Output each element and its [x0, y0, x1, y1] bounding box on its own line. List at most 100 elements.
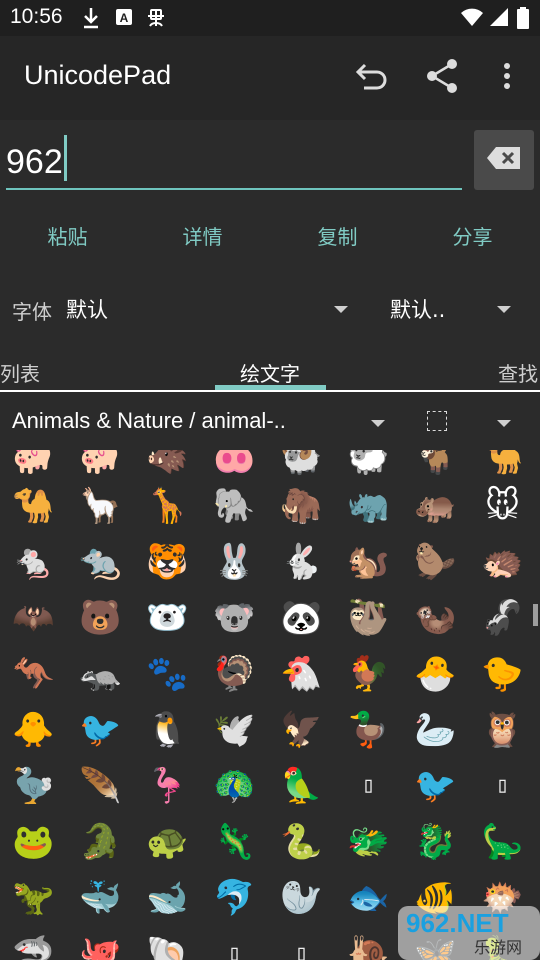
emoji-cell[interactable]: 🐉 — [402, 813, 469, 871]
emoji-cell[interactable]: 🐲 — [335, 813, 402, 871]
emoji-cell[interactable]: 🐔 — [268, 645, 335, 703]
emoji-cell[interactable]: 🐦 — [67, 701, 134, 759]
tab-list[interactable]: 列表 — [0, 358, 40, 387]
emoji-cell[interactable]: 🦤 — [0, 757, 67, 815]
emoji-cell[interactable]: 🦡 — [67, 645, 134, 703]
emoji-cell[interactable]: 🦚 — [201, 757, 268, 815]
share-icon — [425, 58, 459, 98]
emoji-cell[interactable]: 🦈 — [0, 925, 67, 960]
emoji-cell[interactable]: ▯ — [469, 757, 536, 815]
emoji-cell[interactable]: ▯ — [335, 757, 402, 815]
details-button[interactable]: 详情 — [135, 206, 270, 268]
scrollbar-thumb[interactable] — [533, 604, 538, 626]
emoji-cell[interactable]: ▯ — [268, 925, 335, 960]
overflow-menu-button[interactable] — [485, 56, 529, 100]
font-variant-select[interactable]: 默认.. — [390, 294, 445, 324]
emoji-cell[interactable]: 🦘 — [0, 645, 67, 703]
emoji-cell[interactable]: 🐚 — [134, 925, 201, 960]
emoji-cell[interactable]: 🦛 — [402, 477, 469, 535]
emoji-cell[interactable]: 🐧 — [134, 701, 201, 759]
status-time: 10:56 — [10, 5, 63, 28]
emoji-cell[interactable]: 🦏 — [335, 477, 402, 535]
signal-icon — [488, 6, 510, 30]
emoji-cell[interactable]: 🐣 — [402, 645, 469, 703]
emoji-cell[interactable]: 🐥 — [0, 701, 67, 759]
share-button[interactable] — [420, 56, 464, 100]
emoji-cell[interactable]: 🐦 — [402, 757, 469, 815]
emoji-cell[interactable]: 🐪 — [0, 477, 67, 535]
category-select[interactable]: Animals & Nature / animal-.. — [12, 408, 286, 434]
emoji-cell[interactable]: 🐰 — [201, 533, 268, 591]
emoji-cell[interactable]: 🐌 — [335, 925, 402, 960]
emoji-cell[interactable]: 🐙 — [67, 925, 134, 960]
code-input[interactable] — [6, 136, 462, 190]
emoji-cell[interactable]: 🦃 — [201, 645, 268, 703]
tab-emoji[interactable]: 绘文字 — [240, 358, 300, 387]
category-dropdown-icon[interactable] — [371, 420, 385, 427]
emoji-cell[interactable]: 🦅 — [268, 701, 335, 759]
copy-button[interactable]: 复制 — [270, 206, 405, 268]
emoji-cell[interactable]: 🐘 — [201, 477, 268, 535]
clear-button[interactable] — [474, 130, 534, 190]
emoji-cell[interactable]: 🐾 — [134, 645, 201, 703]
emoji-cell[interactable]: 🐀 — [67, 533, 134, 591]
tab-search[interactable]: 查找 — [498, 358, 538, 387]
undo-button[interactable] — [350, 56, 394, 100]
emoji-cell[interactable]: 🐋 — [134, 869, 201, 927]
share-text-button[interactable]: 分享 — [405, 206, 540, 268]
font-dropdown-icon[interactable] — [334, 306, 348, 313]
emoji-cell[interactable]: 🦖 — [0, 869, 67, 927]
emoji-cell[interactable]: 🐻‍❄️ — [134, 589, 201, 647]
emoji-cell[interactable]: 🐻 — [67, 589, 134, 647]
emoji-cell[interactable]: 🦉 — [469, 701, 536, 759]
emoji-cell[interactable]: 🕊️ — [201, 701, 268, 759]
emoji-cell[interactable]: 🐇 — [268, 533, 335, 591]
emoji-cell[interactable]: 🦒 — [134, 477, 201, 535]
emoji-cell[interactable]: 🦔 — [469, 533, 536, 591]
emoji-cell[interactable]: 🦢 — [402, 701, 469, 759]
emoji-cell[interactable]: 🐼 — [268, 589, 335, 647]
skin-tone-dropdown-icon[interactable] — [497, 420, 511, 427]
emoji-cell[interactable]: 🐿️ — [335, 533, 402, 591]
emoji-cell[interactable]: 🐨 — [201, 589, 268, 647]
emoji-cell[interactable]: 🦙 — [67, 477, 134, 535]
bug-icon — [144, 6, 168, 30]
emoji-cell[interactable]: 🦩 — [134, 757, 201, 815]
tab-indicator — [215, 385, 326, 390]
emoji-cell[interactable]: 🦣 — [268, 477, 335, 535]
emoji-cell[interactable]: 🦨 — [469, 589, 536, 647]
emoji-cell[interactable]: 🐢 — [134, 813, 201, 871]
emoji-cell[interactable]: ▯ — [201, 925, 268, 960]
emoji-cell[interactable]: 🦥 — [335, 589, 402, 647]
emoji-cell[interactable]: 🐓 — [335, 645, 402, 703]
emoji-cell[interactable]: 🦇 — [0, 589, 67, 647]
emoji-cell[interactable]: 🐍 — [268, 813, 335, 871]
skin-tone-placeholder-icon[interactable] — [427, 411, 447, 431]
emoji-cell[interactable]: 🐳 — [67, 869, 134, 927]
emoji-cell[interactable]: 🐟 — [335, 869, 402, 927]
font-app-icon: A — [115, 6, 133, 30]
font-select[interactable]: 默认 — [66, 294, 108, 324]
undo-icon — [355, 61, 389, 95]
emoji-cell[interactable]: 🦫 — [402, 533, 469, 591]
app-title: UnicodePad — [24, 60, 172, 90]
app-bar: UnicodePad — [0, 36, 540, 120]
font-variant-dropdown-icon[interactable] — [497, 306, 511, 313]
download-icon — [82, 6, 100, 30]
wifi-icon — [460, 6, 484, 30]
emoji-cell[interactable]: 🦕 — [469, 813, 536, 871]
emoji-cell[interactable]: 🐯 — [134, 533, 201, 591]
emoji-cell[interactable]: 🦎 — [201, 813, 268, 871]
emoji-cell[interactable]: 🐊 — [67, 813, 134, 871]
emoji-cell[interactable]: 🐸 — [0, 813, 67, 871]
emoji-cell[interactable]: 🐭 — [469, 477, 536, 535]
paste-button[interactable]: 粘贴 — [0, 206, 135, 268]
emoji-cell[interactable]: 🐤 — [469, 645, 536, 703]
emoji-cell[interactable]: 🪶 — [67, 757, 134, 815]
emoji-cell[interactable]: 🦭 — [268, 869, 335, 927]
emoji-cell[interactable]: 🐁 — [0, 533, 67, 591]
emoji-cell[interactable]: 🦜 — [268, 757, 335, 815]
emoji-cell[interactable]: 🐬 — [201, 869, 268, 927]
emoji-cell[interactable]: 🦦 — [402, 589, 469, 647]
emoji-cell[interactable]: 🦆 — [335, 701, 402, 759]
